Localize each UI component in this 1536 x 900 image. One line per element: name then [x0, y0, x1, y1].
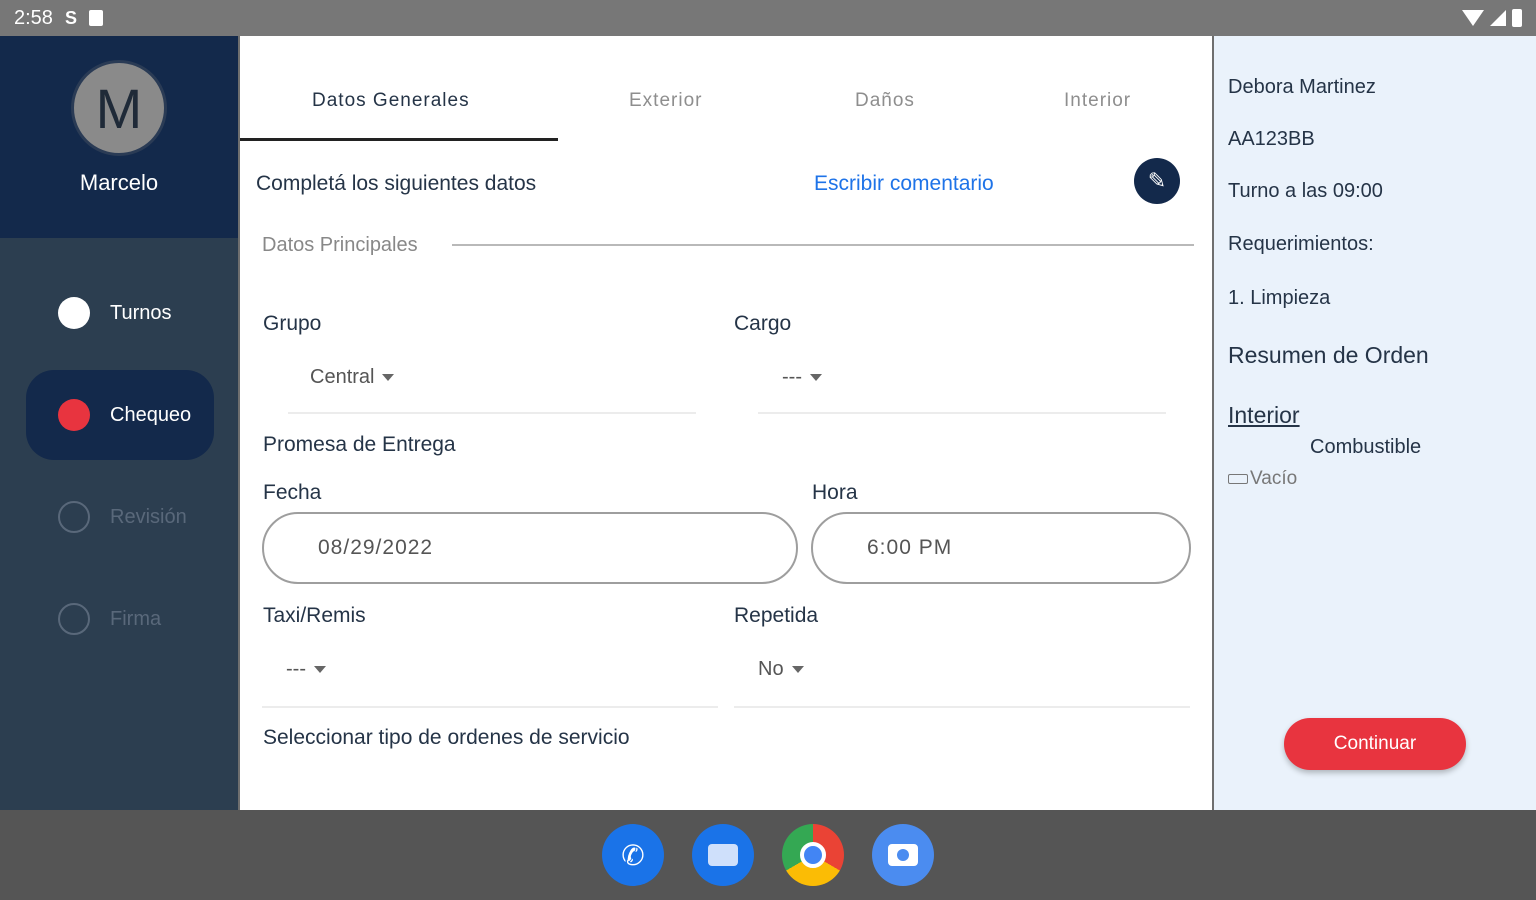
- grupo-underline: [288, 412, 696, 414]
- caret-down-icon: [382, 374, 395, 382]
- status-time: 2:58: [14, 6, 53, 29]
- notification-icon: [88, 10, 103, 26]
- form-instruction: Completá los siguientes datos: [256, 172, 537, 195]
- service-types-label: Seleccionar tipo de ordenes de servicio: [263, 726, 630, 749]
- taxi-underline: [262, 706, 718, 708]
- active-tab-indicator: [240, 138, 558, 141]
- order-summary-panel: Debora Martinez AA123BB Turno a las 09:0…: [1214, 36, 1536, 810]
- requirements-label: Requerimientos:: [1228, 233, 1374, 255]
- phone-app-icon[interactable]: ✆: [602, 824, 664, 886]
- write-comment-link[interactable]: Escribir comentario: [814, 172, 994, 196]
- cargo-underline: [758, 412, 1166, 414]
- chrome-icon: [800, 842, 826, 868]
- tab-datos-generales[interactable]: Datos Generales: [312, 90, 470, 112]
- chrome-app-icon[interactable]: [782, 824, 844, 886]
- hora-value: 6:00 PM: [867, 536, 953, 559]
- main-panel: Datos Generales Exterior Daños Interior …: [240, 36, 1212, 810]
- avatar[interactable]: M: [71, 60, 167, 156]
- messages-app-icon[interactable]: [692, 824, 754, 886]
- cargo-label: Cargo: [734, 312, 792, 335]
- sidebar-item-label: Revisión: [110, 505, 187, 528]
- fuel-value-text: Vacío: [1250, 468, 1298, 489]
- sidebar-item-turnos[interactable]: Turnos: [26, 268, 214, 358]
- pencil-icon: ✎: [1147, 168, 1167, 193]
- taxi-value: ---: [286, 658, 306, 680]
- sidebar-item-label: Turnos: [110, 301, 172, 324]
- sidebar-item-label: Chequeo: [110, 403, 192, 426]
- cargo-value: ---: [782, 366, 802, 388]
- status-bar: 2:58 S: [0, 0, 1536, 36]
- taxi-label: Taxi/Remis: [263, 604, 366, 627]
- edit-comment-button[interactable]: ✎: [1134, 158, 1180, 204]
- message-icon: [708, 844, 738, 866]
- appointment-time: Turno a las 09:00: [1228, 180, 1383, 202]
- interior-summary-link[interactable]: Interior: [1228, 402, 1300, 429]
- fuel-gauge-icon: [1228, 474, 1248, 484]
- sidebar-item-label: Firma: [110, 607, 162, 630]
- repetida-value: No: [758, 658, 784, 680]
- caret-down-icon: [791, 666, 804, 674]
- hora-input[interactable]: 6:00 PM: [811, 512, 1191, 584]
- tab-interior[interactable]: Interior: [1064, 90, 1131, 112]
- fuel-value: Vacío: [1228, 468, 1297, 490]
- camera-app-icon[interactable]: [872, 824, 934, 886]
- cargo-select[interactable]: ---: [782, 366, 822, 389]
- section-title: Datos Principales: [262, 234, 422, 257]
- repetida-underline: [734, 706, 1190, 708]
- sidebar: M Marcelo Turnos Chequeo Revisión Firma: [0, 36, 238, 810]
- app-dock: ✆: [0, 810, 1536, 900]
- caret-down-icon: [313, 666, 326, 674]
- status-dot-icon: [58, 603, 90, 635]
- vehicle-plate: AA123BB: [1228, 128, 1315, 150]
- tab-bar: Datos Generales Exterior Daños Interior: [240, 36, 1212, 142]
- fuel-label: Combustible: [1310, 436, 1422, 458]
- fecha-input[interactable]: 08/29/2022: [262, 512, 798, 584]
- continue-button[interactable]: Continuar: [1284, 718, 1466, 770]
- profile-name: Marcelo: [79, 170, 159, 195]
- client-name: Debora Martinez: [1228, 76, 1376, 98]
- tab-danos[interactable]: Daños: [855, 90, 915, 112]
- order-summary-title: Resumen de Orden: [1228, 342, 1429, 368]
- requirement-item: 1. Limpieza: [1228, 287, 1331, 309]
- signal-icon: [1490, 10, 1506, 26]
- battery-icon: [1512, 9, 1522, 27]
- repetida-select[interactable]: No: [758, 658, 804, 681]
- promesa-label: Promesa de Entrega: [263, 433, 456, 456]
- sidebar-item-firma[interactable]: Firma: [26, 574, 214, 664]
- section-divider: [452, 244, 1194, 246]
- status-dot-icon: [58, 297, 90, 329]
- phone-icon: ✆: [621, 839, 645, 871]
- taxi-select[interactable]: ---: [286, 658, 326, 681]
- wifi-icon: [1462, 10, 1484, 26]
- grupo-label: Grupo: [263, 312, 322, 335]
- grupo-select[interactable]: Central: [310, 366, 395, 389]
- caret-down-icon: [809, 374, 822, 382]
- fecha-value: 08/29/2022: [318, 536, 434, 559]
- profile-header: M Marcelo: [0, 36, 238, 238]
- repetida-label: Repetida: [734, 604, 819, 627]
- tab-exterior[interactable]: Exterior: [629, 90, 702, 112]
- fecha-label: Fecha: [263, 481, 322, 504]
- sim-icon: S: [64, 7, 77, 28]
- camera-icon: [888, 844, 918, 866]
- sidebar-item-chequeo[interactable]: Chequeo: [26, 370, 214, 460]
- status-dot-icon: [58, 501, 90, 533]
- grupo-value: Central: [310, 366, 375, 388]
- sidebar-item-revision[interactable]: Revisión: [26, 472, 214, 562]
- status-dot-icon: [58, 399, 90, 431]
- hora-label: Hora: [812, 481, 858, 504]
